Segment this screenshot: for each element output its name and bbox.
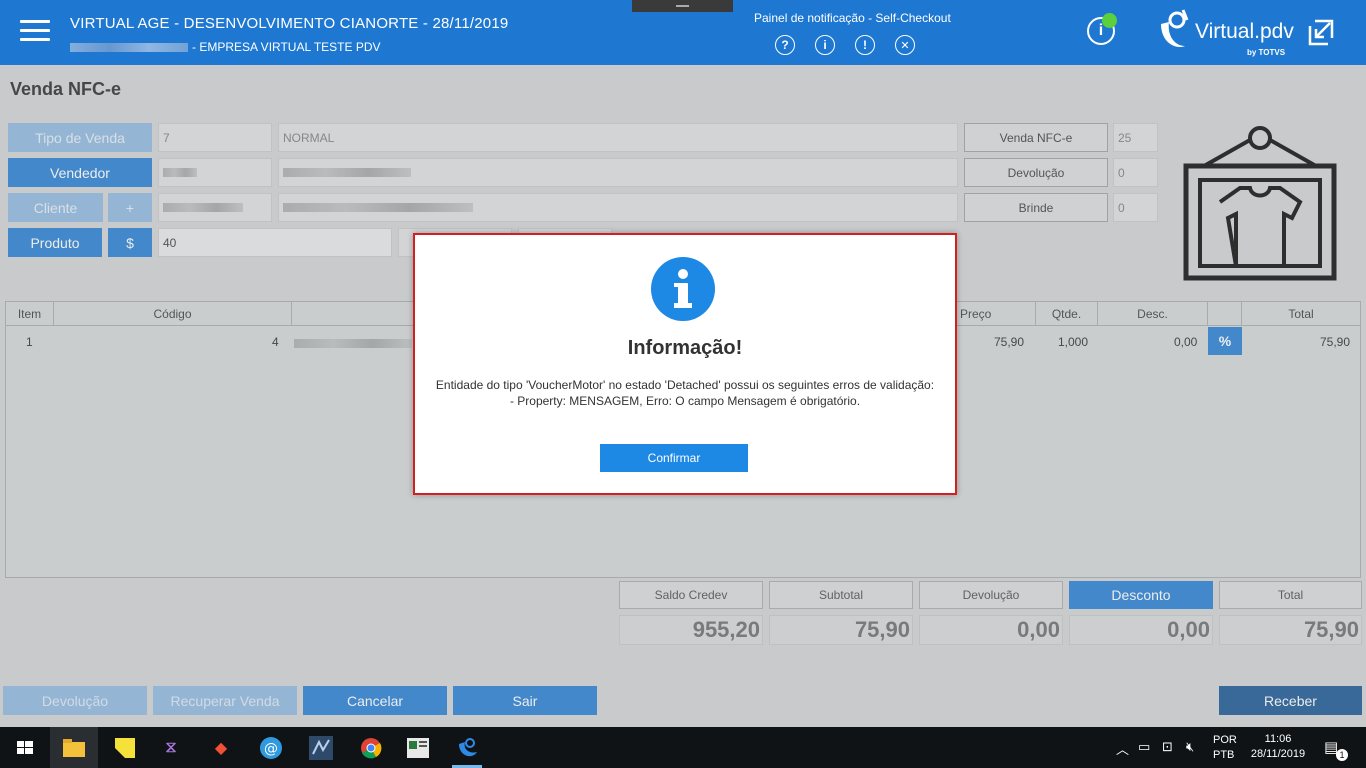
git-icon[interactable]: ◆ <box>208 735 234 761</box>
language-code: POR <box>1213 734 1237 746</box>
visual-studio-icon[interactable]: ⧖ <box>158 735 184 761</box>
notification-count-badge: 1 <box>1336 749 1348 761</box>
dialog-message-line-1: Entidade do tipo 'VoucherMotor' no estad… <box>435 378 935 392</box>
redacted-company-code <box>70 42 188 52</box>
windows-taskbar: ⧖ ◆ @ ︿ ▭ ⊡ 🔇︎ POR PTB 11:06 28/11/2019 … <box>0 727 1366 768</box>
brand-logo: Virtual.pdv by TOTVS <box>1155 6 1294 61</box>
windows-start-icon[interactable] <box>12 735 38 761</box>
brand-by: by TOTVS <box>1247 48 1286 57</box>
virtual-pdv-app-icon[interactable] <box>455 735 481 761</box>
tray-expand-icon[interactable]: ︿ <box>1116 739 1129 758</box>
info-dialog: Informação! Entidade do tipo 'VoucherMot… <box>413 233 957 495</box>
terminal-app-icon[interactable] <box>405 735 431 761</box>
info-icon <box>651 257 715 321</box>
notification-panel-title: Painel de notificação - Self-Checkout <box>754 11 951 25</box>
company-name: - EMPRESA VIRTUAL TESTE PDV <box>70 40 381 54</box>
online-status-dot <box>1102 13 1117 28</box>
expand-icon[interactable] <box>1306 18 1334 46</box>
chrome-icon[interactable] <box>358 735 384 761</box>
language-indicator[interactable]: POR PTB <box>1213 734 1237 761</box>
info-icon[interactable]: i <box>815 35 835 55</box>
dialog-message-line-2: - Property: MENSAGEM, Erro: O campo Mens… <box>509 394 861 408</box>
volume-muted-icon[interactable]: 🔇︎ <box>1186 739 1194 755</box>
window-grabber[interactable] <box>632 0 733 12</box>
keyboard-layout: PTB <box>1213 749 1235 761</box>
sticky-notes-icon[interactable] <box>112 735 138 761</box>
network-icon[interactable]: ⊡ <box>1162 739 1173 755</box>
dialog-title: Informação! <box>627 337 743 359</box>
app-title: VIRTUAL AGE - DESENVOLVIMENTO CIANORTE -… <box>70 15 509 32</box>
help-icon[interactable]: ? <box>775 35 795 55</box>
email-client-icon[interactable]: @ <box>258 735 284 761</box>
dialog-message: Entidade do tipo 'VoucherMotor' no estad… <box>415 377 955 409</box>
file-explorer-icon[interactable] <box>61 735 87 761</box>
svg-text:@: @ <box>264 741 278 757</box>
company-label: - EMPRESA VIRTUAL TESTE PDV <box>192 40 381 54</box>
database-tool-icon[interactable] <box>308 735 334 761</box>
notification-icons: ? i ! ✕ <box>775 35 915 55</box>
menu-icon[interactable] <box>20 20 50 44</box>
alert-icon[interactable]: ! <box>855 35 875 55</box>
close-icon[interactable]: ✕ <box>895 35 915 55</box>
clock-date: 28/11/2019 <box>1250 748 1306 760</box>
battery-icon[interactable]: ▭ <box>1138 739 1150 755</box>
clock[interactable]: 11:06 28/11/2019 <box>1246 733 1310 760</box>
clock-time: 11:06 <box>1264 733 1292 745</box>
brand-mark-icon <box>1161 9 1189 48</box>
brand-name: Virtual.pdv <box>1195 20 1294 43</box>
confirm-button[interactable]: Confirmar <box>600 444 748 472</box>
